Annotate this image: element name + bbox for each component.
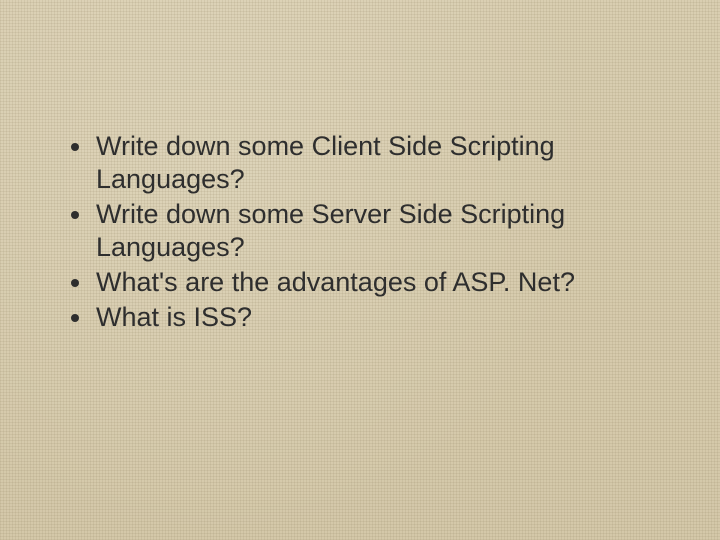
bullet-list: Write down some Client Side Scripting La… (60, 130, 680, 334)
list-item: What is ISS? (94, 301, 656, 334)
list-item: Write down some Client Side Scripting La… (94, 130, 656, 196)
list-item: What's are the advantages of ASP. Net? (94, 266, 656, 299)
list-item: Write down some Server Side Scripting La… (94, 198, 656, 264)
slide: Write down some Client Side Scripting La… (0, 0, 720, 540)
